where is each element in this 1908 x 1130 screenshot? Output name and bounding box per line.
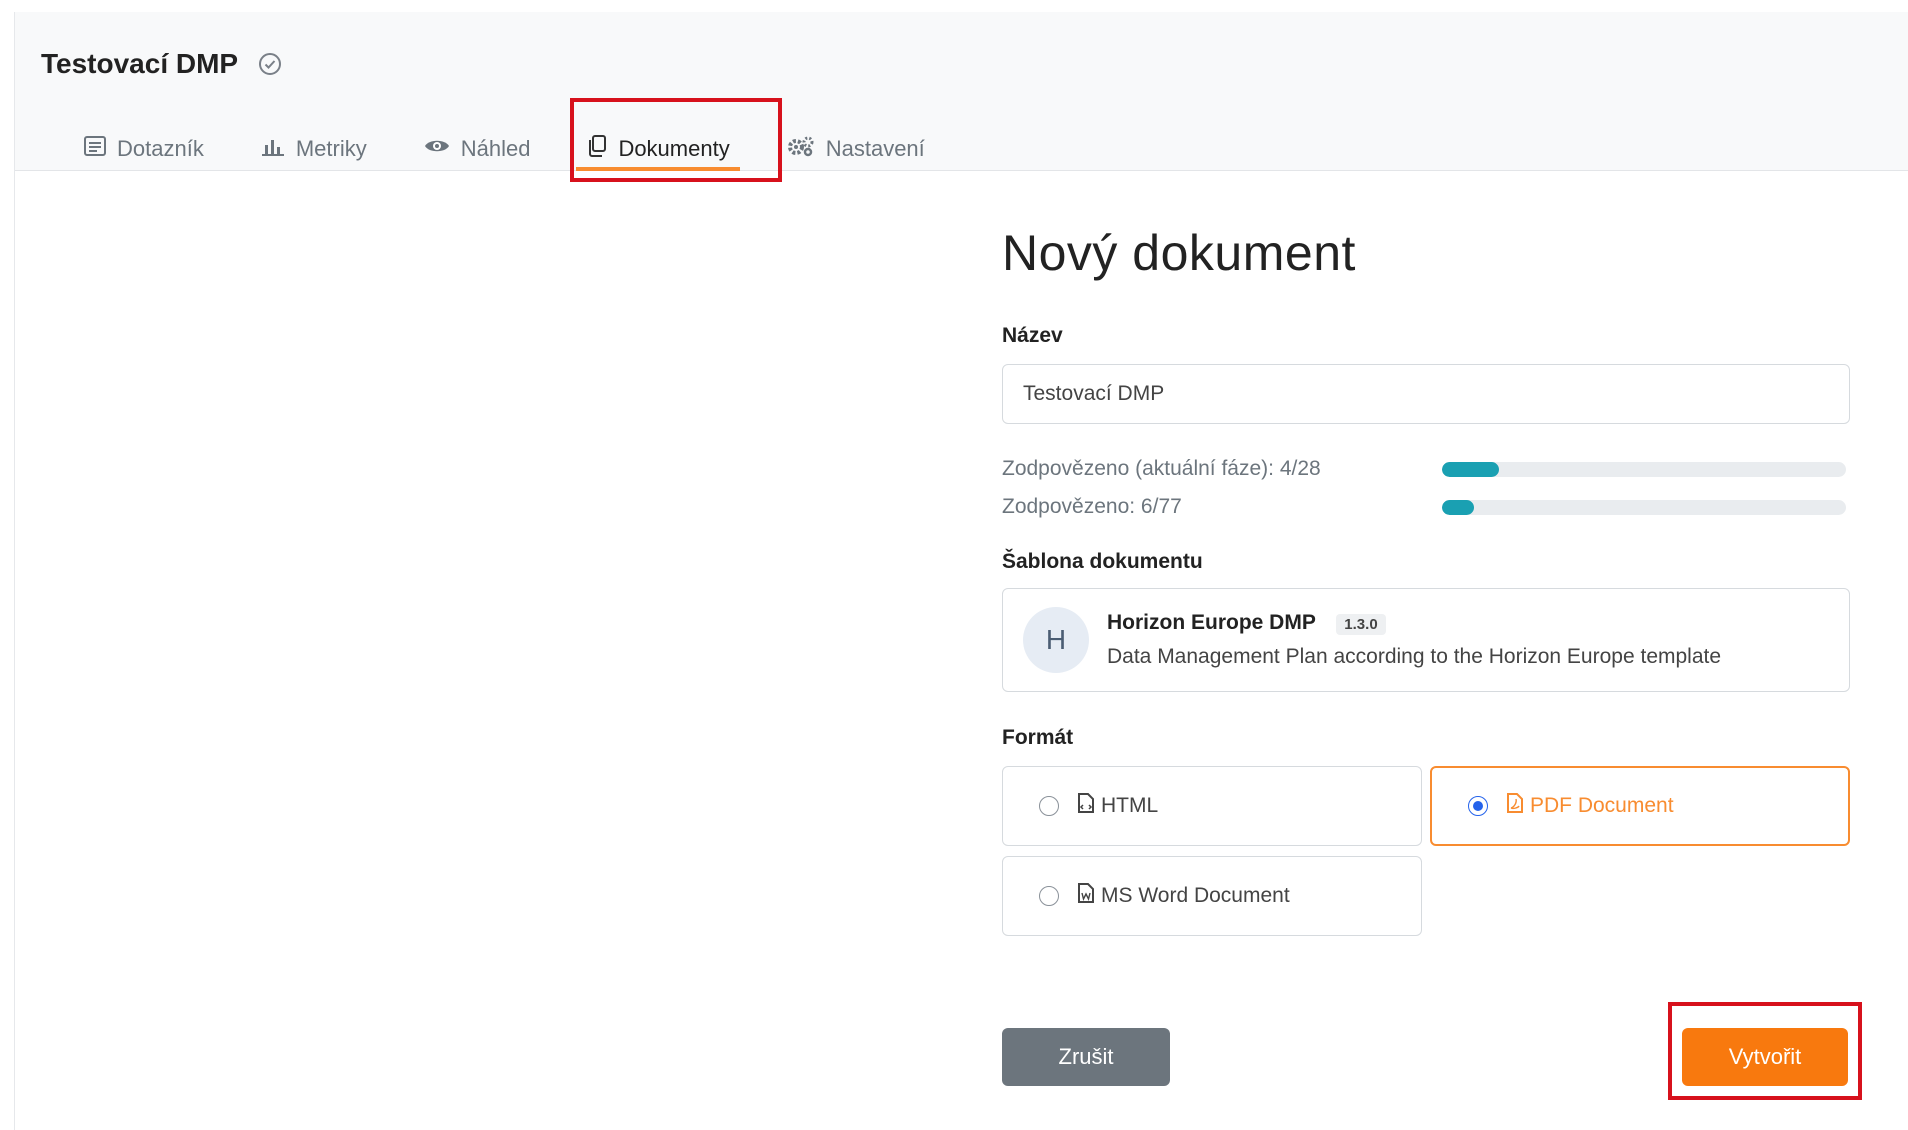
progress-text: Zodpovězeno: 6/77 bbox=[1002, 495, 1182, 518]
radio-button[interactable] bbox=[1039, 796, 1059, 816]
radio-button[interactable] bbox=[1468, 796, 1488, 816]
tab-label: Náhled bbox=[460, 136, 531, 161]
file-code-icon bbox=[1077, 792, 1095, 820]
radio-button[interactable] bbox=[1039, 886, 1059, 906]
highlight-box-button bbox=[1668, 1002, 1862, 1100]
tab-label: Nastavení bbox=[825, 136, 925, 161]
template-info: Horizon Europe DMP 1.3.0 Data Management… bbox=[1107, 611, 1721, 669]
progress-row-total: Zodpovězeno: 6/77 bbox=[1002, 488, 1850, 526]
gears-icon bbox=[786, 135, 816, 163]
progress-fill bbox=[1442, 461, 1499, 477]
format-option-pdf[interactable]: PDF Document bbox=[1430, 766, 1850, 846]
tab-label: Metriky bbox=[295, 136, 367, 161]
format-option-word[interactable]: MS Word Document bbox=[1002, 856, 1422, 936]
progress-bar bbox=[1442, 461, 1846, 477]
template-description: Data Management Plan according to the Ho… bbox=[1107, 645, 1722, 669]
template-name: Horizon Europe DMP bbox=[1107, 610, 1316, 634]
eye-icon bbox=[423, 135, 451, 163]
template-card[interactable]: H Horizon Europe DMP 1.3.0 Data Manageme… bbox=[1002, 588, 1850, 692]
format-options: HTML PDF Document MS Word Document bbox=[1002, 766, 1850, 936]
template-label: Šablona dokumentu bbox=[1002, 550, 1203, 573]
template-avatar: H bbox=[1023, 607, 1089, 673]
left-border bbox=[14, 12, 15, 1130]
file-word-icon bbox=[1077, 882, 1095, 910]
cancel-button[interactable]: Zrušit bbox=[1002, 1028, 1170, 1086]
bar-chart-icon bbox=[260, 135, 286, 163]
page-title: Nový dokument bbox=[1002, 225, 1356, 281]
tab-nahled[interactable]: Náhled bbox=[395, 127, 559, 171]
tab-dotaznik[interactable]: Dotazník bbox=[55, 127, 232, 171]
tab-nastaveni[interactable]: Nastavení bbox=[758, 127, 953, 171]
project-title: Testovací DMP bbox=[41, 48, 239, 79]
format-option-html[interactable]: HTML bbox=[1002, 766, 1422, 846]
format-label-text: MS Word Document bbox=[1101, 884, 1290, 907]
project-header: Testovací DMP Dotazník Metriky Náhled Do… bbox=[15, 12, 1908, 171]
progress-section: Zodpovězeno (aktuální fáze): 4/28 Zodpov… bbox=[1002, 450, 1850, 526]
project-tabs: Dotazník Metriky Náhled Dokumenty Nastav… bbox=[55, 127, 953, 171]
file-pdf-icon bbox=[1506, 792, 1524, 820]
list-icon bbox=[83, 135, 107, 163]
format-label-text: PDF Document bbox=[1530, 794, 1674, 817]
tab-label: Dotazník bbox=[117, 136, 204, 161]
progress-fill bbox=[1442, 499, 1475, 515]
format-label: Formát bbox=[1002, 726, 1074, 749]
progress-bar bbox=[1442, 499, 1846, 515]
project-title-row: Testovací DMP bbox=[41, 48, 282, 80]
check-circle-icon bbox=[258, 52, 282, 76]
format-label-text: HTML bbox=[1101, 794, 1159, 817]
new-document-form: Nový dokument Název Zodpovězeno (aktuáln… bbox=[1002, 220, 1850, 936]
template-version-badge: 1.3.0 bbox=[1336, 614, 1386, 636]
name-label: Název bbox=[1002, 324, 1063, 347]
highlight-box-tab bbox=[570, 98, 782, 182]
tab-metriky[interactable]: Metriky bbox=[232, 127, 395, 171]
progress-text: Zodpovězeno (aktuální fáze): 4/28 bbox=[1002, 457, 1321, 480]
name-input[interactable] bbox=[1002, 364, 1850, 424]
progress-row-phase: Zodpovězeno (aktuální fáze): 4/28 bbox=[1002, 450, 1850, 488]
